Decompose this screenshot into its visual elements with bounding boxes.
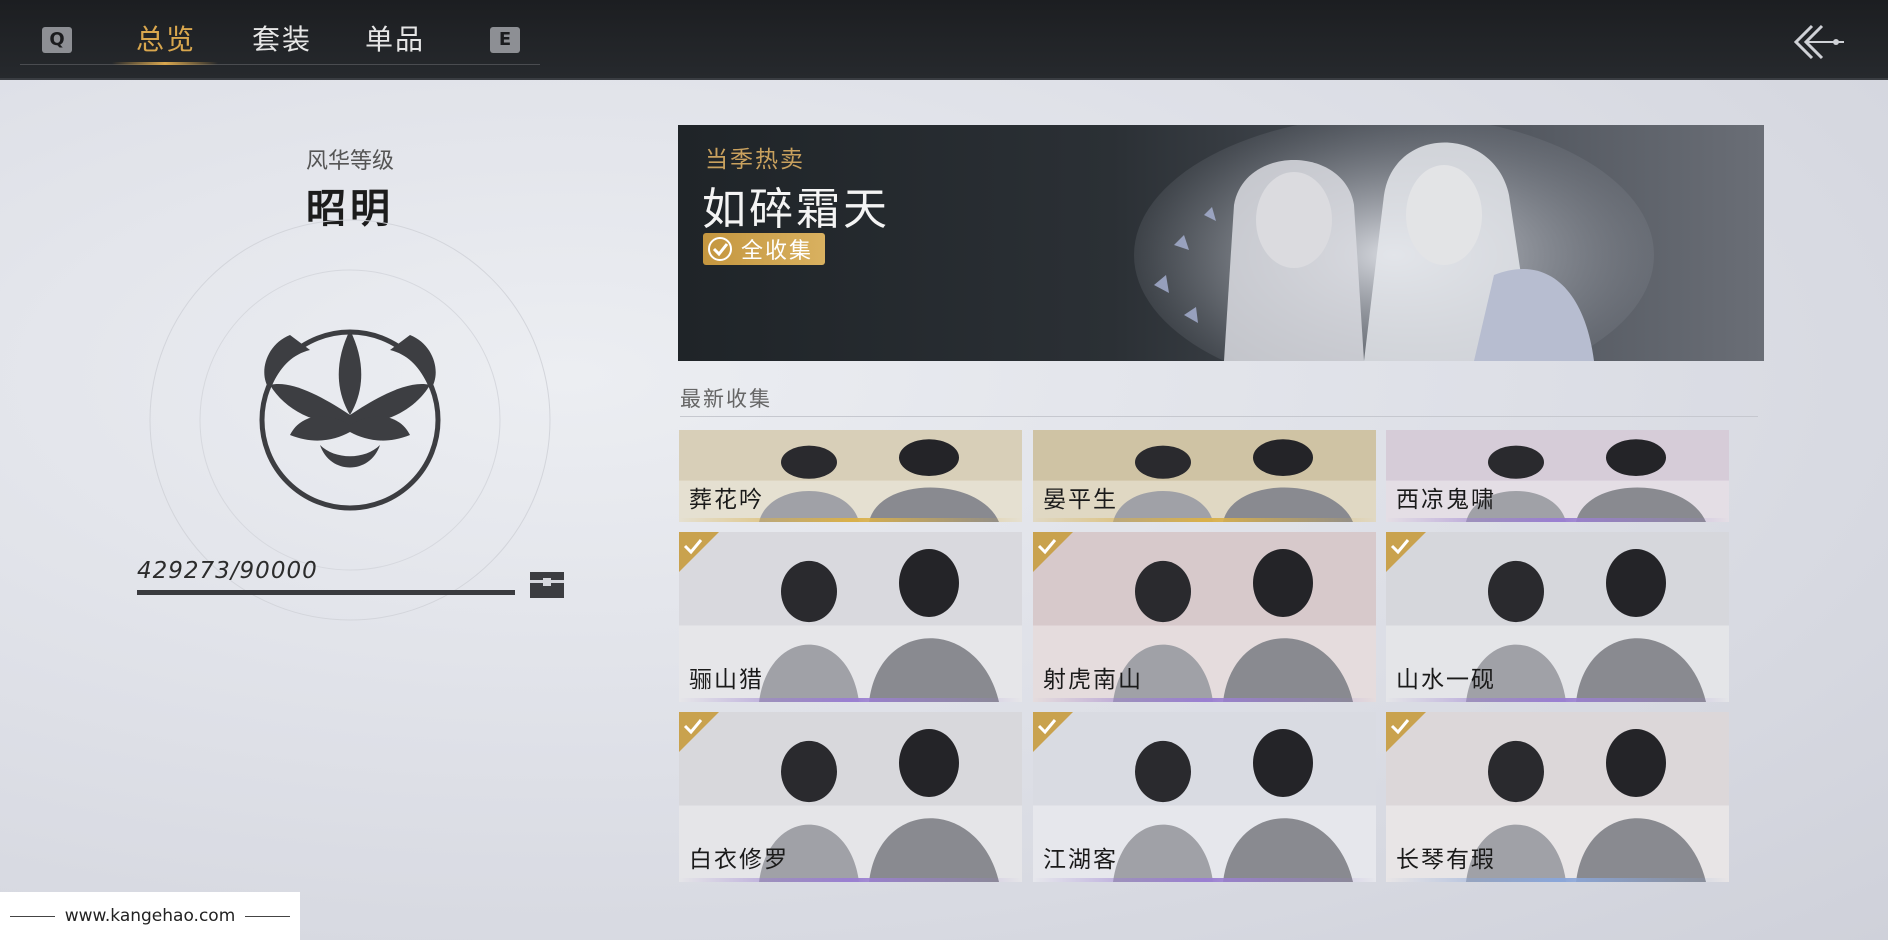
tab-sets[interactable]: 套装 [252, 18, 312, 58]
collected-badge: 全收集 [703, 233, 826, 265]
card-label: 江湖客 [1043, 847, 1118, 873]
card-label: 晏平生 [1043, 487, 1118, 513]
collection-card[interactable]: 西凉鬼啸 [1386, 430, 1729, 522]
owned-check-icon [679, 532, 719, 572]
back-arrow-icon[interactable] [1792, 22, 1848, 62]
tab-items[interactable]: 单品 [365, 18, 425, 58]
collection-card[interactable]: 白衣修罗 [679, 712, 1022, 882]
rarity-edge [1033, 698, 1376, 702]
owned-check-icon [1033, 532, 1073, 572]
collection-card[interactable]: 骊山猎 [679, 532, 1022, 702]
tab-baseline [20, 64, 540, 65]
collection-card[interactable]: 山水一砚 [1386, 532, 1729, 702]
rarity-edge [1386, 698, 1729, 702]
rank-progress-fill [137, 590, 515, 595]
owned-check-icon [1386, 532, 1426, 572]
featured-set-banner[interactable]: 当季热卖 如碎霜天 全收集 [678, 125, 1764, 361]
section-divider [680, 416, 1758, 417]
top-nav-bar: Q 总览 套装 单品 E [0, 0, 1888, 80]
banner-tag: 当季热卖 [705, 147, 805, 173]
card-label: 长琴有瑕 [1396, 847, 1496, 873]
banner-title: 如碎霜天 [702, 184, 890, 235]
rarity-edge [679, 878, 1022, 882]
owned-check-icon [679, 712, 719, 752]
owned-check-icon [1033, 712, 1073, 752]
rarity-edge [679, 698, 1022, 702]
collection-card[interactable]: 江湖客 [1033, 712, 1376, 882]
card-label: 葬花吟 [689, 487, 764, 513]
collected-badge-label: 全收集 [741, 239, 814, 264]
card-label: 西凉鬼啸 [1396, 487, 1496, 513]
rarity-edge [679, 518, 1022, 522]
check-icon [708, 237, 732, 261]
owned-check-icon [1386, 712, 1426, 752]
rarity-edge [1386, 878, 1729, 882]
card-label: 山水一砚 [1396, 667, 1496, 693]
active-tab-indicator [112, 62, 218, 65]
rarity-edge [1033, 518, 1376, 522]
next-tab-key-hint[interactable]: E [490, 27, 520, 53]
collection-card[interactable]: 葬花吟 [679, 430, 1022, 522]
card-label: 骊山猎 [689, 667, 764, 693]
rarity-edge [1033, 878, 1376, 882]
site-watermark-text: www.kangehao.com [64, 906, 236, 926]
prev-tab-key-hint[interactable]: Q [42, 27, 72, 53]
rarity-edge [1386, 518, 1729, 522]
featured-characters-art [1134, 125, 1654, 361]
card-label: 白衣修罗 [689, 847, 789, 873]
card-label: 射虎南山 [1043, 667, 1143, 693]
site-watermark: www.kangehao.com [0, 892, 300, 940]
treasure-chest-icon[interactable] [528, 568, 566, 600]
rank-label: 风华等级 [305, 149, 394, 174]
recent-collection-title: 最新收集 [680, 387, 772, 411]
rank-progress-bar [137, 590, 515, 595]
rank-score: 429273/90000 [137, 558, 318, 584]
collection-card[interactable]: 长琴有瑕 [1386, 712, 1729, 882]
collection-card[interactable]: 射虎南山 [1033, 532, 1376, 702]
tab-overview[interactable]: 总览 [136, 18, 196, 58]
collection-card[interactable]: 晏平生 [1033, 430, 1376, 522]
